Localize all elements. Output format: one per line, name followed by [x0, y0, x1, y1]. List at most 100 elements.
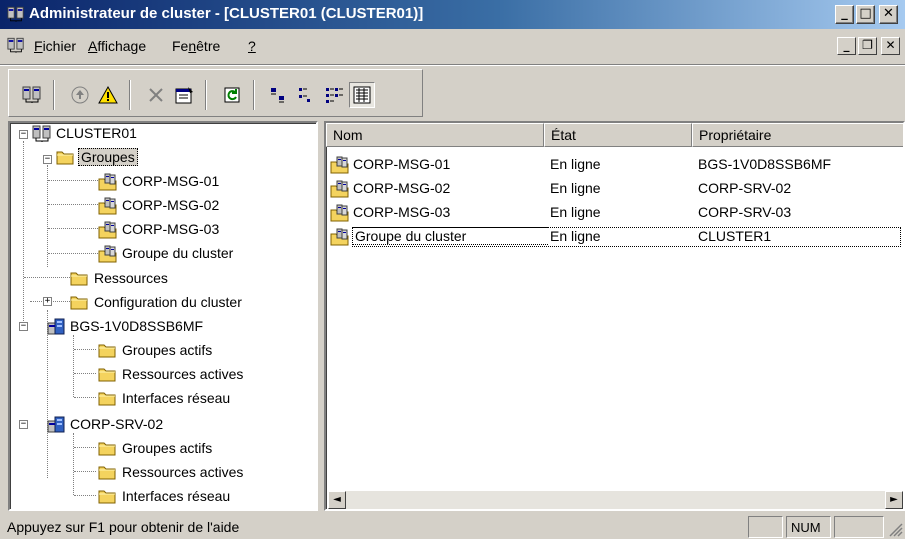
cell-state: En ligne — [550, 204, 601, 220]
tree-line — [74, 397, 96, 398]
column-header-nom[interactable]: Nom — [326, 123, 544, 147]
scroll-left-button[interactable]: ◄ — [328, 491, 346, 509]
cell-owner: CLUSTER1 — [698, 228, 772, 244]
tree-item-label: Interfaces réseau — [122, 390, 231, 406]
tree-line — [48, 204, 98, 205]
take-offline-icon[interactable] — [95, 82, 121, 108]
details-view-icon[interactable] — [349, 82, 375, 108]
tree-line — [23, 141, 24, 321]
groups-list[interactable]: Nom État Propriétaire CORP-MSG-01 En lig… — [324, 121, 905, 511]
cell-state: En ligne — [550, 180, 601, 196]
column-header-label: Nom — [333, 127, 363, 143]
group-icon — [98, 221, 118, 239]
folder-icon — [98, 342, 116, 358]
group-icon — [98, 173, 118, 191]
large-icons-icon[interactable] — [265, 82, 291, 108]
mdi-close-button[interactable]: ✕ — [881, 37, 900, 55]
expander-node-2[interactable]: − — [19, 420, 28, 429]
group-icon — [330, 228, 350, 246]
tree-line — [24, 277, 70, 278]
tree-line — [74, 471, 96, 472]
tree-item-label: Interfaces réseau — [122, 488, 231, 504]
title-bar[interactable]: Administrateur de cluster - [CLUSTER01 (… — [0, 0, 905, 29]
folder-icon — [56, 149, 74, 165]
group-icon — [330, 156, 350, 174]
tree-item-label: CORP-MSG-01 — [122, 173, 220, 189]
column-header-proprietaire[interactable]: Propriétaire — [692, 123, 903, 147]
tree-line — [74, 495, 96, 496]
folder-icon — [70, 294, 88, 310]
tree-line — [74, 447, 96, 448]
tree-item-label: Ressources actives — [122, 464, 244, 480]
menu-fenetre[interactable]: Fenêtre — [172, 38, 220, 54]
cell-state: En ligne — [550, 228, 601, 244]
expander-configuration[interactable]: + — [43, 297, 52, 306]
bring-online-icon[interactable] — [67, 82, 93, 108]
scroll-right-button[interactable]: ► — [885, 491, 903, 509]
list-row[interactable]: CORP-MSG-03 En ligne CORP-SRV-03 — [326, 201, 903, 225]
focus-rect — [352, 227, 901, 247]
maximize-button[interactable]: □ — [856, 5, 875, 24]
mdi-restore-button[interactable]: ❐ — [858, 37, 877, 55]
cell-state: En ligne — [550, 156, 601, 172]
close-button[interactable]: ✕ — [879, 5, 898, 24]
list-view-icon[interactable] — [321, 82, 347, 108]
status-panel-caps — [748, 516, 783, 538]
list-row[interactable]: Groupe du cluster En ligne CLUSTER1 — [326, 225, 903, 249]
status-text: Appuyez sur F1 pour obtenir de l'aide — [7, 519, 240, 535]
num-indicator: NUM — [791, 520, 821, 535]
horizontal-scrollbar[interactable]: ◄ ► — [328, 491, 903, 509]
folder-icon — [70, 270, 88, 286]
expander-groupes[interactable]: − — [43, 155, 52, 164]
tree-item-label: CORP-SRV-02 — [70, 416, 164, 432]
group-icon — [330, 180, 350, 198]
document-system-icon[interactable] — [7, 37, 25, 54]
tree-line — [48, 228, 98, 229]
tree-item-label: CORP-MSG-02 — [122, 197, 220, 213]
expander-node-1[interactable]: − — [19, 322, 28, 331]
tree-item-label: BGS-1V0D8SSB6MF — [70, 318, 204, 334]
server-icon — [46, 318, 66, 336]
group-icon — [330, 204, 350, 222]
menu-aide[interactable]: ? — [248, 38, 256, 54]
menu-affichage[interactable]: Affichage — [88, 38, 146, 54]
tree-line — [48, 180, 98, 181]
tree-item-label: Groupes actifs — [122, 342, 213, 358]
toolbar-divider — [205, 80, 207, 110]
toolbar-divider — [53, 80, 55, 110]
tree-item-label: Groupe du cluster — [122, 245, 234, 261]
cell-name: CORP-MSG-03 — [353, 204, 451, 220]
properties-icon[interactable] — [171, 82, 197, 108]
column-header-etat[interactable]: État — [544, 123, 692, 147]
cell-name: CORP-MSG-01 — [353, 156, 451, 172]
expander-cluster01[interactable]: − — [19, 130, 28, 139]
menu-bar: Fichier Affichage Fenêtre ? _ ❐ ✕ — [0, 34, 905, 58]
cell-owner: CORP-SRV-03 — [698, 204, 792, 220]
list-row[interactable]: CORP-MSG-01 En ligne BGS-1V0D8SSB6MF — [326, 153, 903, 177]
server-icon — [46, 416, 66, 434]
column-header-label: État — [551, 127, 576, 143]
tree-item-label: Groupes — [78, 148, 138, 166]
refresh-icon[interactable] — [219, 82, 245, 108]
folder-icon — [98, 390, 116, 406]
toolbar-divider — [253, 80, 255, 110]
cell-name: CORP-MSG-02 — [353, 180, 451, 196]
folder-icon — [98, 366, 116, 382]
cluster-tree[interactable]: − − + − − CLUSTER01 Groupes CORP-MSG-01 … — [8, 121, 318, 511]
status-panel-scroll — [834, 516, 884, 538]
group-icon — [98, 245, 118, 263]
minimize-button[interactable]: _ — [835, 5, 854, 24]
tree-item-label: Ressources — [94, 270, 168, 286]
menu-fichier[interactable]: Fichier — [34, 38, 76, 54]
tree-line — [74, 349, 96, 350]
small-icons-icon[interactable] — [293, 82, 319, 108]
toolbar-divider — [129, 80, 131, 110]
tree-line — [48, 253, 98, 254]
tree-item-label: Groupes actifs — [122, 440, 213, 456]
open-connection-icon[interactable] — [19, 82, 45, 108]
list-row[interactable]: CORP-MSG-02 En ligne CORP-SRV-02 — [326, 177, 903, 201]
resize-grip-icon[interactable] — [888, 522, 903, 537]
cluster-admin-window: Administrateur de cluster - [CLUSTER01 (… — [0, 0, 905, 539]
delete-icon[interactable] — [143, 82, 169, 108]
mdi-minimize-button[interactable]: _ — [837, 37, 856, 55]
